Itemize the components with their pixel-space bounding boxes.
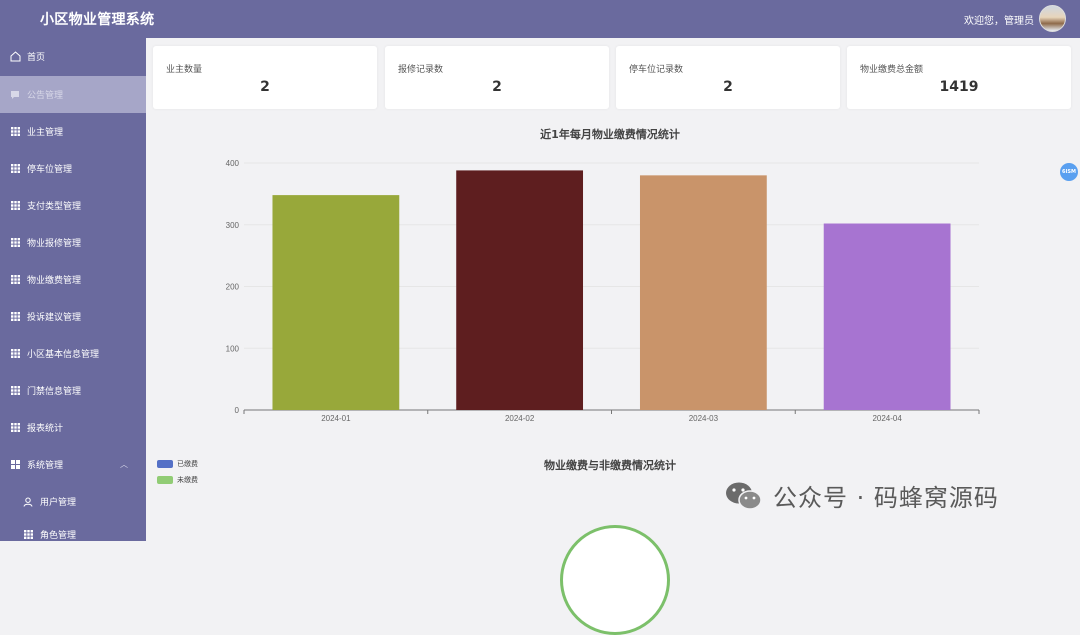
sidebar-item-roles[interactable]: 角色管理 bbox=[0, 516, 146, 541]
legend-item-paid[interactable]: 已缴费 bbox=[157, 459, 198, 469]
pie-chart bbox=[560, 525, 670, 635]
bar-chart: 0 100 200 300 400 2024-01 2024-02 2024-03 2024-0… bbox=[226, 159, 980, 423]
x-tick-label: 2024-02 bbox=[505, 414, 535, 423]
bar bbox=[456, 170, 584, 410]
sidebar-item-label: 用户管理 bbox=[40, 498, 77, 508]
bar bbox=[639, 175, 767, 410]
legend-label: 未缴费 bbox=[177, 476, 198, 484]
floating-badge[interactable]: 6ISM bbox=[1060, 163, 1078, 181]
pie-chart-title: 物业缴费与非缴费情况统计 bbox=[544, 459, 676, 472]
apps-icon bbox=[9, 459, 21, 471]
legend-swatch bbox=[157, 476, 173, 484]
wechat-icon bbox=[725, 481, 763, 511]
watermark-text: 公众号 · 码蜂窝源码 bbox=[773, 484, 999, 512]
legend-label: 已缴费 bbox=[177, 460, 198, 468]
sidebar-item-label: 系统管理 bbox=[27, 461, 64, 471]
bar bbox=[272, 195, 400, 410]
y-tick-label: 200 bbox=[226, 283, 240, 292]
y-tick-label: 300 bbox=[226, 221, 240, 230]
sidebar-item-label: 角色管理 bbox=[40, 531, 77, 541]
x-tick-label: 2024-04 bbox=[872, 414, 902, 423]
x-tick-label: 2024-01 bbox=[321, 414, 351, 423]
watermark: 公众号 · 码蜂窝源码 bbox=[725, 478, 999, 513]
legend-swatch bbox=[157, 460, 173, 468]
x-tick-label: 2024-03 bbox=[689, 414, 719, 423]
bar bbox=[823, 223, 951, 410]
legend-item-unpaid[interactable]: 未缴费 bbox=[157, 475, 198, 485]
y-tick-label: 100 bbox=[226, 344, 240, 353]
sidebar-item-users[interactable]: 用户管理 bbox=[0, 483, 146, 520]
user-icon bbox=[22, 496, 34, 508]
grid-icon bbox=[22, 529, 34, 541]
sidebar-item-system[interactable]: 系统管理 ︿ bbox=[0, 446, 146, 483]
y-tick-label: 400 bbox=[226, 159, 240, 168]
y-tick-label: 0 bbox=[235, 406, 240, 415]
chevron-up-icon: ︿ bbox=[120, 460, 128, 469]
